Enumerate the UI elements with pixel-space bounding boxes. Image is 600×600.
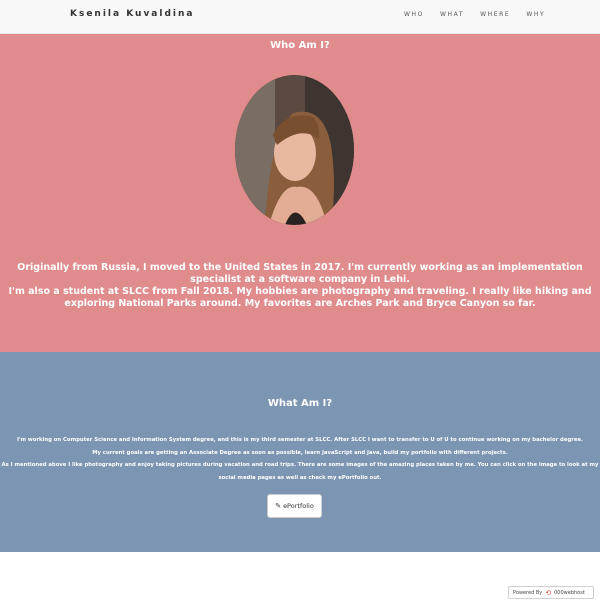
who-section: Who Am I? Originally from Russia, I move… [0,34,600,352]
what-title: What Am I? [267,398,333,409]
nav-link-what[interactable]: WHAT [440,11,464,18]
who-paragraph-2: I'm also a student at SLCC from Fall 201… [8,286,592,309]
what-description: I'm working on Computer Science and Info… [0,434,600,484]
nav-link-where[interactable]: WHERE [480,11,510,18]
pencil-icon: ✎ [275,502,282,510]
nav-links: WHO WHAT WHERE WHY [404,11,561,18]
eportfolio-label: ePortfolio [283,502,314,510]
what-paragraph-1: I'm working on Computer Science and Info… [16,437,584,443]
what-paragraph-2: My current goals are getting an Associat… [92,449,508,456]
nav-link-why[interactable]: WHY [526,11,545,18]
host-name: 000webhost [554,589,585,596]
powered-by-label: Powered By [513,589,543,596]
host-logo-icon: ⟲ [545,588,552,597]
who-paragraph-1: Originally from Russia, I moved to the U… [17,262,583,285]
powered-by-badge[interactable]: Powered By ⟲ 000webhost [508,586,594,599]
who-description: Originally from Russia, I moved to the U… [6,262,594,310]
what-paragraph-3: As I mentioned above I like photography … [1,462,599,481]
brand-name[interactable]: Ksenila Kuvaldina [70,9,194,19]
what-section: What Am I? I'm working on Computer Scien… [0,352,600,552]
portrait-photo [235,75,354,225]
who-title: Who Am I? [270,40,330,51]
eportfolio-button[interactable]: ✎ ePortfolio [267,494,322,518]
navbar: Ksenila Kuvaldina WHO WHAT WHERE WHY [0,0,600,34]
nav-link-who[interactable]: WHO [404,11,424,18]
